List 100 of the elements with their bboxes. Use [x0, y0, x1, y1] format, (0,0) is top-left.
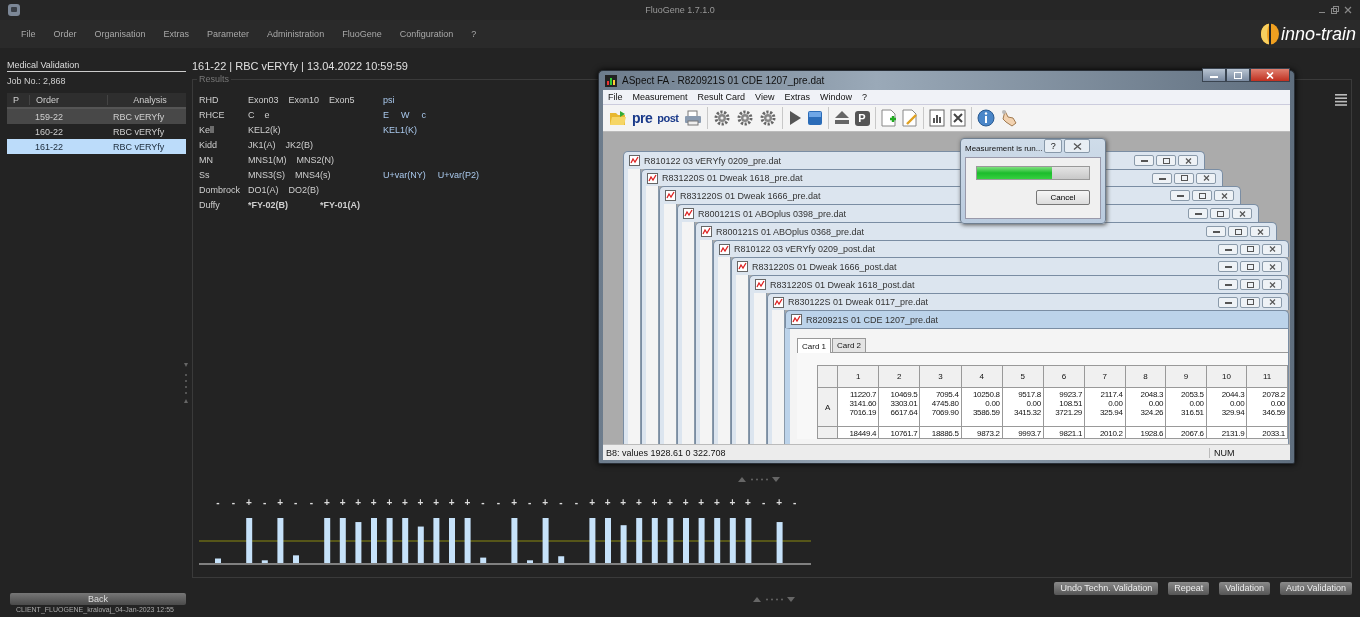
minimize-button[interactable] — [1218, 243, 1238, 255]
document-title-bar[interactable]: R830122S 01 Dweak 0117_pre.dat — [767, 293, 1289, 310]
restore-icon[interactable] — [1331, 6, 1339, 14]
action-button[interactable]: Validation — [1219, 582, 1271, 595]
spreadsheet-icon[interactable] — [949, 109, 966, 127]
action-button[interactable]: Repeat — [1168, 582, 1210, 595]
toolbar-button[interactable]: P — [854, 110, 870, 126]
menu-item[interactable]: Measurement — [627, 92, 693, 102]
document-add-icon[interactable] — [880, 109, 897, 127]
close-button[interactable] — [1250, 68, 1290, 82]
toolbar-button[interactable]: post — [657, 112, 679, 124]
document-title-bar[interactable]: R810122 03 vERYfy 0209_post.dat — [713, 240, 1289, 257]
column-header[interactable]: Analysis — [107, 95, 186, 105]
close-button[interactable] — [1262, 243, 1282, 255]
close-button[interactable] — [1262, 261, 1282, 272]
document-chart-icon[interactable] — [928, 109, 945, 127]
minimize-button[interactable] — [1218, 296, 1238, 308]
maximize-button[interactable] — [1240, 296, 1260, 308]
order-row[interactable]: 161-22 RBC vERYfy — [7, 139, 186, 154]
cancel-button[interactable]: Cancel — [1036, 190, 1090, 205]
play-icon[interactable] — [787, 110, 802, 126]
grip-icon[interactable] — [184, 363, 188, 403]
maximize-button[interactable] — [1240, 243, 1260, 255]
stop-icon[interactable] — [806, 110, 823, 126]
minimize-button[interactable] — [1206, 226, 1226, 237]
document-title-bar[interactable]: R800121S 01 ABOplus 0368_pre.dat — [695, 222, 1277, 240]
maximize-button[interactable] — [1192, 190, 1212, 201]
document-title-bar[interactable]: R831220S 01 Dweak 1618_post.dat — [749, 275, 1289, 293]
minimize-button[interactable] — [1218, 279, 1238, 290]
menu-item[interactable]: Administration — [258, 29, 334, 39]
menu-item[interactable]: ? — [462, 29, 486, 39]
gear-icon[interactable] — [712, 109, 731, 127]
grip-icon[interactable] — [738, 477, 780, 482]
chart-file-icon — [719, 243, 730, 255]
menu-item[interactable]: Configuration — [390, 29, 463, 39]
table-cell-text: 329.94 — [1220, 408, 1245, 417]
maximize-button[interactable] — [1228, 226, 1248, 237]
minimize-button[interactable] — [1188, 208, 1208, 219]
table-cell-text: 2053.5 — [1180, 390, 1204, 399]
tab[interactable]: Card 1 — [797, 338, 831, 353]
menu-item[interactable]: File — [603, 92, 628, 102]
menu-item[interactable]: ? — [856, 92, 872, 102]
order-row[interactable]: 159-22 RBC vERYfy — [7, 109, 186, 124]
result-value: MNS4(s) — [295, 169, 331, 180]
minimize-button[interactable] — [1170, 190, 1190, 201]
close-button[interactable] — [1214, 190, 1234, 201]
menu-item[interactable]: Result Card — [692, 92, 751, 102]
result-value: *FY-01(A) — [320, 199, 361, 210]
maximize-button[interactable] — [1240, 279, 1260, 290]
eject-icon[interactable] — [833, 110, 850, 126]
maximize-button[interactable] — [1240, 261, 1260, 272]
maximize-button[interactable] — [1210, 208, 1230, 219]
maximize-button[interactable] — [1156, 155, 1176, 166]
minimize-button[interactable] — [1202, 68, 1226, 82]
menu-item[interactable]: FluoGene — [333, 29, 391, 39]
minimize-button[interactable] — [1152, 172, 1172, 184]
menu-item[interactable]: Order — [44, 29, 86, 39]
back-button[interactable]: Back — [10, 592, 186, 605]
pointer-hand-icon[interactable] — [999, 109, 1018, 127]
column-header[interactable]: P — [7, 95, 29, 105]
close-button[interactable] — [1178, 155, 1198, 166]
menu-item[interactable]: File — [12, 29, 45, 39]
close-icon[interactable] — [1344, 6, 1352, 14]
maximize-icon — [1246, 246, 1254, 252]
grip-icon[interactable] — [753, 597, 795, 602]
info-icon[interactable] — [976, 109, 995, 127]
menu-item[interactable]: Extras — [779, 92, 815, 102]
action-button[interactable]: Auto Validation — [1280, 582, 1352, 595]
help-button[interactable]: ? — [1044, 139, 1063, 153]
close-button[interactable] — [1196, 172, 1216, 184]
tab[interactable]: Card 2 — [832, 338, 867, 352]
menu-item[interactable]: Organisation — [85, 29, 155, 39]
gear-icon[interactable] — [735, 109, 754, 127]
toolbar-button[interactable]: pre — [632, 110, 653, 126]
close-button[interactable] — [1250, 226, 1270, 237]
document-title-bar[interactable]: R831220S 01 Dweak 1666_post.dat — [731, 257, 1289, 275]
menu-item[interactable]: View — [750, 92, 780, 102]
bar — [667, 518, 674, 563]
close-button[interactable] — [1232, 208, 1252, 219]
action-button[interactable]: Undo Techn. Validation — [1054, 582, 1159, 595]
maximize-button[interactable] — [1174, 172, 1194, 184]
document-title-bar[interactable]: R820921S 01 CDE 1207_pre.dat — [785, 310, 1289, 328]
gear-icon[interactable] — [758, 109, 777, 127]
printer-icon[interactable] — [683, 110, 702, 126]
menu-item[interactable]: Window — [814, 92, 857, 102]
close-button[interactable] — [1262, 279, 1282, 290]
table-cell-text: 18449.4 — [848, 429, 877, 438]
close-button[interactable] — [1262, 296, 1282, 308]
minimize-button[interactable] — [1134, 155, 1154, 166]
folder-icon[interactable] — [609, 110, 627, 126]
document-title: R831220S 01 Dweak 1618_post.dat — [770, 279, 915, 290]
menu-item[interactable]: Extras — [154, 29, 199, 39]
column-header[interactable]: Order — [29, 95, 107, 105]
minimize-icon — [1140, 159, 1148, 162]
order-row[interactable]: 160-22 RBC vERYfy — [7, 124, 186, 139]
maximize-button[interactable] — [1226, 68, 1250, 82]
menu-item[interactable]: Parameter — [198, 29, 259, 39]
menu-icon[interactable] — [1335, 94, 1347, 106]
minimize-button[interactable] — [1218, 261, 1238, 272]
close-button[interactable] — [1064, 139, 1091, 153]
